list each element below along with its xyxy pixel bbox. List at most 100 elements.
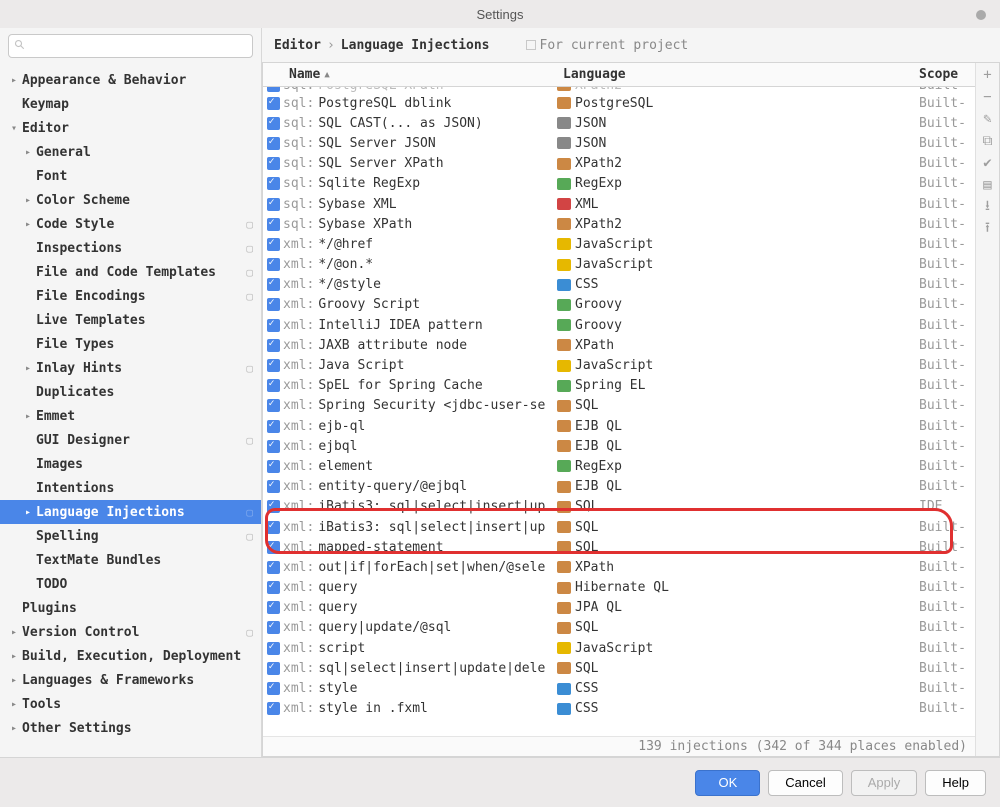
row-checkbox[interactable] xyxy=(267,319,280,332)
tree-item-language-injections[interactable]: ▸Language Injections▢ xyxy=(0,500,261,524)
tree-item-build-execution-deployment[interactable]: ▸Build, Execution, Deployment xyxy=(0,644,261,668)
row-checkbox[interactable] xyxy=(267,97,280,110)
row-checkbox[interactable] xyxy=(267,440,280,453)
cancel-button[interactable]: Cancel xyxy=(768,770,842,796)
row-checkbox[interactable] xyxy=(267,662,280,675)
close-dot-icon[interactable] xyxy=(976,10,986,20)
enable-icon[interactable]: ✔ xyxy=(980,155,996,171)
table-row[interactable]: xml:ejbqlEJB QLBuilt- xyxy=(263,436,975,456)
add-icon[interactable]: + xyxy=(980,67,996,83)
tree-item-version-control[interactable]: ▸Version Control▢ xyxy=(0,620,261,644)
settings-search-input[interactable] xyxy=(8,34,253,58)
tree-item-gui-designer[interactable]: GUI Designer▢ xyxy=(0,428,261,452)
expand-icon[interactable]: ▸ xyxy=(8,699,20,710)
tree-item-editor[interactable]: ▾Editor xyxy=(0,116,261,140)
settings-tree[interactable]: ▸Appearance & Behavior Keymap▾Editor▸Gen… xyxy=(0,66,261,757)
row-checkbox[interactable] xyxy=(267,621,280,634)
tree-item-keymap[interactable]: Keymap xyxy=(0,92,261,116)
expand-icon[interactable]: ▸ xyxy=(22,219,34,230)
table-row[interactable]: xml:out|if|forEach|set|when/@seleXPathBu… xyxy=(263,557,975,577)
row-checkbox[interactable] xyxy=(267,157,280,170)
tree-item-tools[interactable]: ▸Tools xyxy=(0,692,261,716)
tree-item-spelling[interactable]: Spelling▢ xyxy=(0,524,261,548)
tree-item-plugins[interactable]: Plugins xyxy=(0,596,261,620)
expand-icon[interactable]: ▸ xyxy=(22,363,34,374)
help-button[interactable]: Help xyxy=(925,770,986,796)
table-row[interactable]: xml:iBatis3: sql|select|insert|upSQLIDE xyxy=(263,497,975,517)
table-row[interactable]: xml:Java ScriptJavaScriptBuilt- xyxy=(263,355,975,375)
expand-icon[interactable]: ▸ xyxy=(8,723,20,734)
row-checkbox[interactable] xyxy=(267,177,280,190)
expand-icon[interactable]: ▸ xyxy=(22,411,34,422)
ok-button[interactable]: OK xyxy=(695,770,760,796)
row-checkbox[interactable] xyxy=(267,339,280,352)
apply-button[interactable]: Apply xyxy=(851,770,918,796)
injections-table[interactable]: Name▲ Language Scope sql:PostgreSQL XPat… xyxy=(263,63,975,756)
col-language[interactable]: Language xyxy=(557,63,919,86)
row-checkbox[interactable] xyxy=(267,379,280,392)
table-row[interactable]: sql:PostgreSQL dblinkPostgreSQLBuilt- xyxy=(263,93,975,113)
tree-item-live-templates[interactable]: Live Templates xyxy=(0,308,261,332)
table-row[interactable]: xml:Groovy ScriptGroovyBuilt- xyxy=(263,295,975,315)
expand-icon[interactable]: ▾ xyxy=(8,123,20,134)
tree-item-todo[interactable]: TODO xyxy=(0,572,261,596)
expand-icon[interactable]: ▸ xyxy=(8,651,20,662)
tree-item-inspections[interactable]: Inspections▢ xyxy=(0,236,261,260)
export-icon[interactable]: ⭱ xyxy=(980,221,996,237)
tree-item-code-style[interactable]: ▸Code Style▢ xyxy=(0,212,261,236)
row-checkbox[interactable] xyxy=(267,117,280,130)
edit-icon[interactable]: ✎ xyxy=(980,111,996,127)
table-row[interactable]: xml:*/@hrefJavaScriptBuilt- xyxy=(263,234,975,254)
table-row[interactable]: sql:Sybase XPathXPath2Built- xyxy=(263,214,975,234)
row-checkbox[interactable] xyxy=(267,642,280,655)
table-row[interactable]: xml:*/@on.*JavaScriptBuilt- xyxy=(263,255,975,275)
table-row[interactable]: xml:styleCSSBuilt- xyxy=(263,678,975,698)
tree-item-images[interactable]: Images xyxy=(0,452,261,476)
select-all-icon[interactable]: ▤ xyxy=(980,177,996,193)
import-icon[interactable]: ⭳ xyxy=(980,199,996,215)
table-row[interactable]: xml:queryJPA QLBuilt- xyxy=(263,598,975,618)
expand-icon[interactable]: ▸ xyxy=(22,507,34,518)
tree-item-intentions[interactable]: Intentions xyxy=(0,476,261,500)
row-checkbox[interactable] xyxy=(267,521,280,534)
expand-icon[interactable]: ▸ xyxy=(8,627,20,638)
row-checkbox[interactable] xyxy=(267,581,280,594)
row-checkbox[interactable] xyxy=(267,198,280,211)
remove-icon[interactable]: − xyxy=(980,89,996,105)
row-checkbox[interactable] xyxy=(267,399,280,412)
row-checkbox[interactable] xyxy=(267,682,280,695)
table-row[interactable]: sql:SQL Server JSONJSONBuilt- xyxy=(263,133,975,153)
tree-item-inlay-hints[interactable]: ▸Inlay Hints▢ xyxy=(0,356,261,380)
row-checkbox[interactable] xyxy=(267,258,280,271)
tree-item-appearance-behavior[interactable]: ▸Appearance & Behavior xyxy=(0,68,261,92)
table-row[interactable]: sql:Sqlite RegExpRegExpBuilt- xyxy=(263,174,975,194)
row-checkbox[interactable] xyxy=(267,218,280,231)
table-row[interactable]: xml:JAXB attribute nodeXPathBuilt- xyxy=(263,335,975,355)
row-checkbox[interactable] xyxy=(267,238,280,251)
tree-item-duplicates[interactable]: Duplicates xyxy=(0,380,261,404)
table-row[interactable]: xml:sql|select|insert|update|deleSQLBuil… xyxy=(263,658,975,678)
expand-icon[interactable]: ▸ xyxy=(8,675,20,686)
tree-item-languages-frameworks[interactable]: ▸Languages & Frameworks xyxy=(0,668,261,692)
table-row[interactable]: xml:SpEL for Spring CacheSpring ELBuilt- xyxy=(263,376,975,396)
row-checkbox[interactable] xyxy=(267,702,280,715)
row-checkbox[interactable] xyxy=(267,298,280,311)
tree-item-file-encodings[interactable]: File Encodings▢ xyxy=(0,284,261,308)
col-scope[interactable]: Scope xyxy=(919,63,975,86)
table-row[interactable]: xml:query|update/@sqlSQLBuilt- xyxy=(263,618,975,638)
row-checkbox[interactable] xyxy=(267,541,280,554)
row-checkbox[interactable] xyxy=(267,278,280,291)
table-row[interactable]: xml:scriptJavaScriptBuilt- xyxy=(263,638,975,658)
tree-item-file-and-code-templates[interactable]: File and Code Templates▢ xyxy=(0,260,261,284)
table-row[interactable]: sql:Sybase XMLXMLBuilt- xyxy=(263,194,975,214)
table-row[interactable]: xml:ejb-qlEJB QLBuilt- xyxy=(263,416,975,436)
table-header[interactable]: Name▲ Language Scope xyxy=(263,63,975,87)
expand-icon[interactable]: ▸ xyxy=(22,195,34,206)
tree-item-other-settings[interactable]: ▸Other Settings xyxy=(0,716,261,740)
expand-icon[interactable]: ▸ xyxy=(22,147,34,158)
tree-item-color-scheme[interactable]: ▸Color Scheme xyxy=(0,188,261,212)
expand-icon[interactable]: ▸ xyxy=(8,75,20,86)
table-row[interactable]: sql:SQL Server XPathXPath2Built- xyxy=(263,154,975,174)
copy-icon[interactable]: ⧉ xyxy=(980,133,996,149)
row-checkbox[interactable] xyxy=(267,500,280,513)
